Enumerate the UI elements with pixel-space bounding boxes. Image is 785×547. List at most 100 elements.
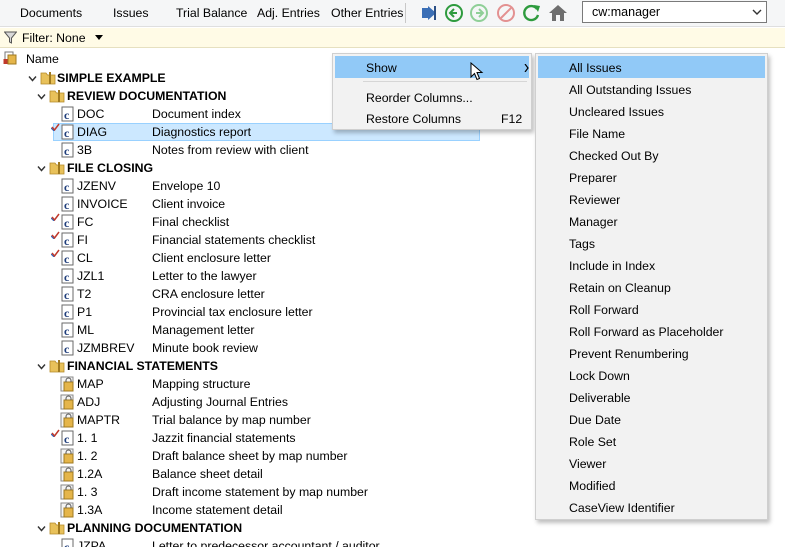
submenu-item-label: Manager: [569, 215, 618, 229]
tab-adj-entries[interactable]: Adj. Entries: [257, 6, 320, 20]
mouse-cursor-icon: [470, 62, 484, 81]
caseview-document-icon: c: [61, 538, 74, 547]
submenu-item-include-in-index[interactable]: Include in Index: [538, 254, 765, 276]
submenu-item-roll-forward-as-placeholder[interactable]: Roll Forward as Placeholder: [538, 320, 765, 342]
document-description: Notes from review with client: [152, 143, 309, 157]
submenu-item-label: Checked Out By: [569, 149, 659, 163]
menu-item-reorder-columns[interactable]: Reorder Columns...: [335, 86, 529, 108]
locked-document-icon: [60, 466, 74, 482]
submenu-item-reviewer[interactable]: Reviewer: [538, 188, 765, 210]
column-name-header[interactable]: Name: [26, 52, 59, 66]
submenu-item-retain-on-cleanup[interactable]: Retain on Cleanup: [538, 276, 765, 298]
document-description: Trial balance by map number: [152, 413, 311, 427]
svg-text:c: c: [64, 288, 70, 302]
tree-document-row[interactable]: c JZPA Letter to predecessor accountant / …: [0, 537, 785, 547]
caseview-document-icon: c: [61, 106, 74, 122]
submenu-item-checked-out-by[interactable]: Checked Out By: [538, 144, 765, 166]
submenu-item-due-date[interactable]: Due Date: [538, 408, 765, 430]
tab-documents[interactable]: Documents: [20, 6, 82, 20]
caseview-document-icon: c: [61, 250, 74, 266]
menu-item-show[interactable]: Show: [335, 56, 529, 78]
submenu-item-modified[interactable]: Modified: [538, 474, 765, 496]
submenu-item-label: Modified: [569, 479, 616, 493]
submenu-item-caseview-identifier[interactable]: CaseView Identifier: [538, 496, 765, 518]
document-description: Draft balance sheet by map number: [152, 449, 348, 463]
forward-icon[interactable]: [469, 3, 489, 23]
submenu-item-label: Lock Down: [569, 369, 630, 383]
caseview-document-icon: c: [61, 232, 74, 248]
chevron-down-icon[interactable]: [37, 524, 46, 533]
chevron-down-icon[interactable]: [37, 92, 46, 101]
menu-item-restore-columns[interactable]: Restore Columns F12: [335, 107, 529, 129]
submenu-item-label: Roll Forward: [569, 303, 639, 317]
submenu-item-deliverable[interactable]: Deliverable: [538, 386, 765, 408]
submenu-item-roll-forward[interactable]: Roll Forward: [538, 298, 765, 320]
document-description: Diagnostics report: [152, 125, 252, 139]
locked-document-icon: [60, 502, 74, 518]
submenu-item-preparer[interactable]: Preparer: [538, 166, 765, 188]
go-to-icon[interactable]: [419, 3, 439, 23]
locked-document-icon: [60, 484, 74, 500]
svg-text:c: c: [64, 144, 70, 158]
submenu-item-file-name[interactable]: File Name: [538, 122, 765, 144]
svg-text:c: c: [64, 126, 70, 140]
submenu-item-tags[interactable]: Tags: [538, 232, 765, 254]
folder-label: FILE CLOSING: [67, 161, 154, 175]
submenu-item-label: Uncleared Issues: [569, 105, 665, 119]
chevron-down-icon[interactable]: [37, 164, 46, 173]
document-code: 1.3A: [77, 503, 103, 517]
tab-other-entries[interactable]: Other Entries: [331, 6, 403, 20]
filter-dropdown-icon[interactable]: [95, 35, 103, 40]
folder-icon: [40, 72, 56, 85]
submenu-item-role-set[interactable]: Role Set: [538, 430, 765, 452]
tab-trial-balance[interactable]: Trial Balance: [176, 6, 247, 20]
document-description: Document index: [152, 107, 241, 121]
document-code: JZL1: [77, 269, 105, 283]
submenu-item-prevent-renumbering[interactable]: Prevent Renumbering: [538, 342, 765, 364]
submenu-item-label: Viewer: [569, 457, 607, 471]
folder-icon: [49, 360, 65, 373]
svg-text:c: c: [64, 198, 70, 212]
checkmark-icon: [51, 123, 60, 131]
chevron-right-icon: [524, 64, 529, 72]
tree-folder[interactable]: PLANNING DOCUMENTATION: [0, 519, 785, 537]
home-icon[interactable]: [548, 3, 568, 23]
submenu-item-label: Prevent Renumbering: [569, 347, 689, 361]
refresh-icon[interactable]: [522, 3, 542, 23]
submenu-item-uncleared-issues[interactable]: Uncleared Issues: [538, 100, 765, 122]
document-description: Client invoice: [152, 197, 226, 211]
submenu-item-viewer[interactable]: Viewer: [538, 452, 765, 474]
document-description: Management letter: [152, 323, 255, 337]
caseview-document-icon: c: [61, 322, 74, 338]
chevron-down-icon[interactable]: [28, 74, 37, 83]
filter-bar[interactable]: Filter: None: [0, 28, 785, 48]
chevron-down-icon[interactable]: [37, 362, 46, 371]
menu-item-shortcut: F12: [501, 112, 523, 126]
svg-text:c: c: [64, 180, 70, 194]
folder-label: PLANNING DOCUMENTATION: [67, 521, 243, 535]
svg-text:c: c: [64, 252, 70, 266]
document-description: CRA enclosure letter: [152, 287, 265, 301]
document-code: DIAG: [77, 125, 108, 139]
back-icon[interactable]: [444, 3, 464, 23]
svg-text:c: c: [64, 108, 70, 122]
role-combo[interactable]: cw:manager: [582, 1, 767, 23]
submenu-item-all-issues[interactable]: All Issues: [538, 56, 765, 78]
stop-icon[interactable]: [496, 3, 516, 23]
caseview-document-icon: c: [61, 268, 74, 284]
tab-issues[interactable]: Issues: [113, 6, 149, 20]
svg-text:c: c: [64, 432, 70, 446]
document-code: FI: [77, 233, 88, 247]
chevron-down-icon: [752, 9, 762, 15]
caseview-document-icon: c: [61, 430, 74, 446]
folder-label: FINANCIAL STATEMENTS: [67, 359, 218, 373]
submenu-item-label: All Issues: [569, 61, 622, 75]
submenu-item-all-outstanding-issues[interactable]: All Outstanding Issues: [538, 78, 765, 100]
locked-document-icon: [60, 412, 74, 428]
submenu-item-manager[interactable]: Manager: [538, 210, 765, 232]
menu-separator: [363, 81, 527, 82]
submenu-item-label: File Name: [569, 127, 626, 141]
document-description: Balance sheet detail: [152, 467, 263, 481]
svg-text:c: c: [64, 270, 70, 284]
submenu-item-lock-down[interactable]: Lock Down: [538, 364, 765, 386]
